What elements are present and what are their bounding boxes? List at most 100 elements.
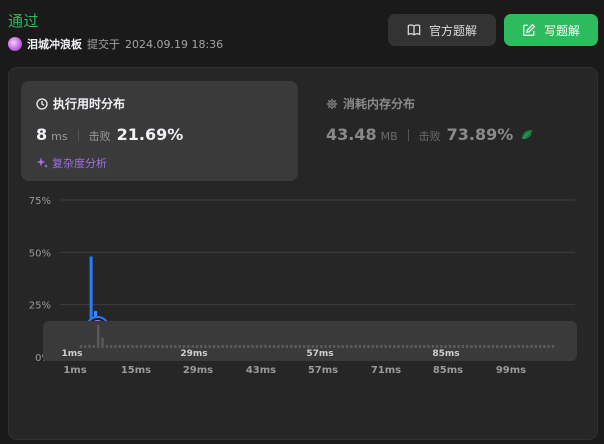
overview-bar [114, 345, 117, 348]
y-tick-label: 25% [29, 301, 51, 312]
overview-tick-label: 29ms [180, 349, 207, 359]
x-tick-label: 99ms [496, 365, 526, 376]
overview-bar [264, 345, 267, 348]
book-icon [407, 24, 421, 36]
overview-bar [435, 345, 439, 348]
x-tick-label: 71ms [371, 365, 401, 376]
overview-bar [440, 345, 443, 348]
x-tick-label: 43ms [246, 365, 276, 376]
overview-bar [423, 345, 426, 348]
overview-bar [534, 345, 538, 348]
overview-bar [345, 345, 349, 348]
overview-bar [88, 345, 91, 348]
x-tick-label: 57ms [308, 365, 338, 376]
overview-bar [517, 345, 520, 348]
overview-bar [470, 345, 473, 348]
overview-bar [165, 345, 169, 348]
overview-bar [144, 345, 147, 348]
overview-bar [427, 345, 430, 348]
overview-bar [135, 345, 138, 348]
overview-bar [354, 345, 357, 348]
y-tick-label: 50% [29, 248, 51, 259]
overview-bar [431, 345, 435, 348]
memory-title-text: 消耗内存分布 [343, 97, 416, 111]
overview-bar [311, 345, 314, 348]
overview-bar [551, 345, 555, 348]
overview-bar [174, 345, 177, 348]
overview-bar [453, 345, 456, 348]
overview-bar [543, 345, 546, 348]
overview-bar [393, 345, 396, 348]
overview-bar [268, 345, 271, 348]
chip-icon [326, 98, 338, 109]
overview-bar [178, 345, 181, 348]
overview-bar [92, 345, 96, 348]
overview-bar [302, 345, 306, 348]
y-tick-label: 75% [29, 196, 51, 207]
overview-bar [457, 345, 460, 348]
official-solution-label: 官方题解 [428, 23, 477, 38]
overview-bar [152, 345, 156, 348]
overview-bar [277, 345, 280, 348]
overview-bar [401, 345, 405, 348]
overview-bar [405, 345, 409, 348]
overview-bar [105, 345, 108, 348]
overview-bar [118, 345, 121, 348]
runtime-title-text: 执行用时分布 [53, 97, 126, 111]
overview-bar [371, 345, 374, 348]
overview-bar [298, 345, 302, 348]
overview-bar [79, 345, 83, 348]
overview-bar [474, 345, 477, 348]
overview-bar [307, 345, 310, 348]
overview-bar [225, 345, 229, 348]
overview-bar [337, 345, 340, 348]
overview-bar [199, 345, 203, 348]
overview-bar [290, 345, 293, 348]
username[interactable]: 泪城冲浪板 [27, 36, 82, 52]
x-tick-label: 85ms [433, 365, 463, 376]
submission-status: 通过 [8, 12, 40, 30]
overview-bar [465, 345, 469, 348]
overview-bar [384, 345, 387, 348]
overview-bar [380, 345, 383, 348]
overview-bar [478, 345, 482, 348]
avatar[interactable] [8, 37, 22, 51]
overview-chart[interactable]: 1ms 29ms 57ms 85ms [43, 321, 577, 361]
memory-title: 消耗内存分布 [326, 95, 415, 112]
overview-bar [191, 345, 194, 348]
overview-bar [96, 325, 100, 348]
overview-bar [122, 345, 126, 348]
overview-bar [332, 345, 336, 348]
overview-bar [221, 345, 224, 348]
overview-bar [148, 345, 151, 348]
overview-bar [526, 345, 529, 348]
overview-tick-label: 85ms [432, 349, 459, 359]
overview-bar [234, 345, 237, 348]
overview-bar [161, 345, 164, 348]
overview-bar [238, 345, 241, 348]
overview-bar [363, 345, 366, 348]
overview-bar [414, 345, 417, 348]
overview-bar [508, 345, 512, 348]
overview-bar [388, 345, 392, 348]
write-solution-button[interactable]: 写题解 [504, 14, 598, 46]
overview-bar [131, 345, 134, 348]
overview-bar [504, 345, 507, 348]
overview-bar [169, 345, 173, 348]
overview-bar [324, 345, 327, 348]
overview-bar [84, 345, 87, 348]
edit-icon [523, 23, 536, 36]
overview-bar [487, 345, 490, 348]
overview-bar [350, 345, 353, 348]
overview-bar [281, 345, 284, 348]
overview-bar [328, 345, 332, 348]
official-solution-button[interactable]: 官方题解 [388, 14, 496, 46]
overview-bar [547, 345, 550, 348]
x-tick-label: 15ms [121, 365, 151, 376]
overview-bar [448, 345, 452, 348]
overview-bar [444, 345, 447, 348]
overview-tick-label: 1ms [62, 349, 83, 359]
overview-bar [521, 345, 525, 348]
overview-bar [530, 345, 533, 348]
overview-bar [182, 345, 186, 348]
